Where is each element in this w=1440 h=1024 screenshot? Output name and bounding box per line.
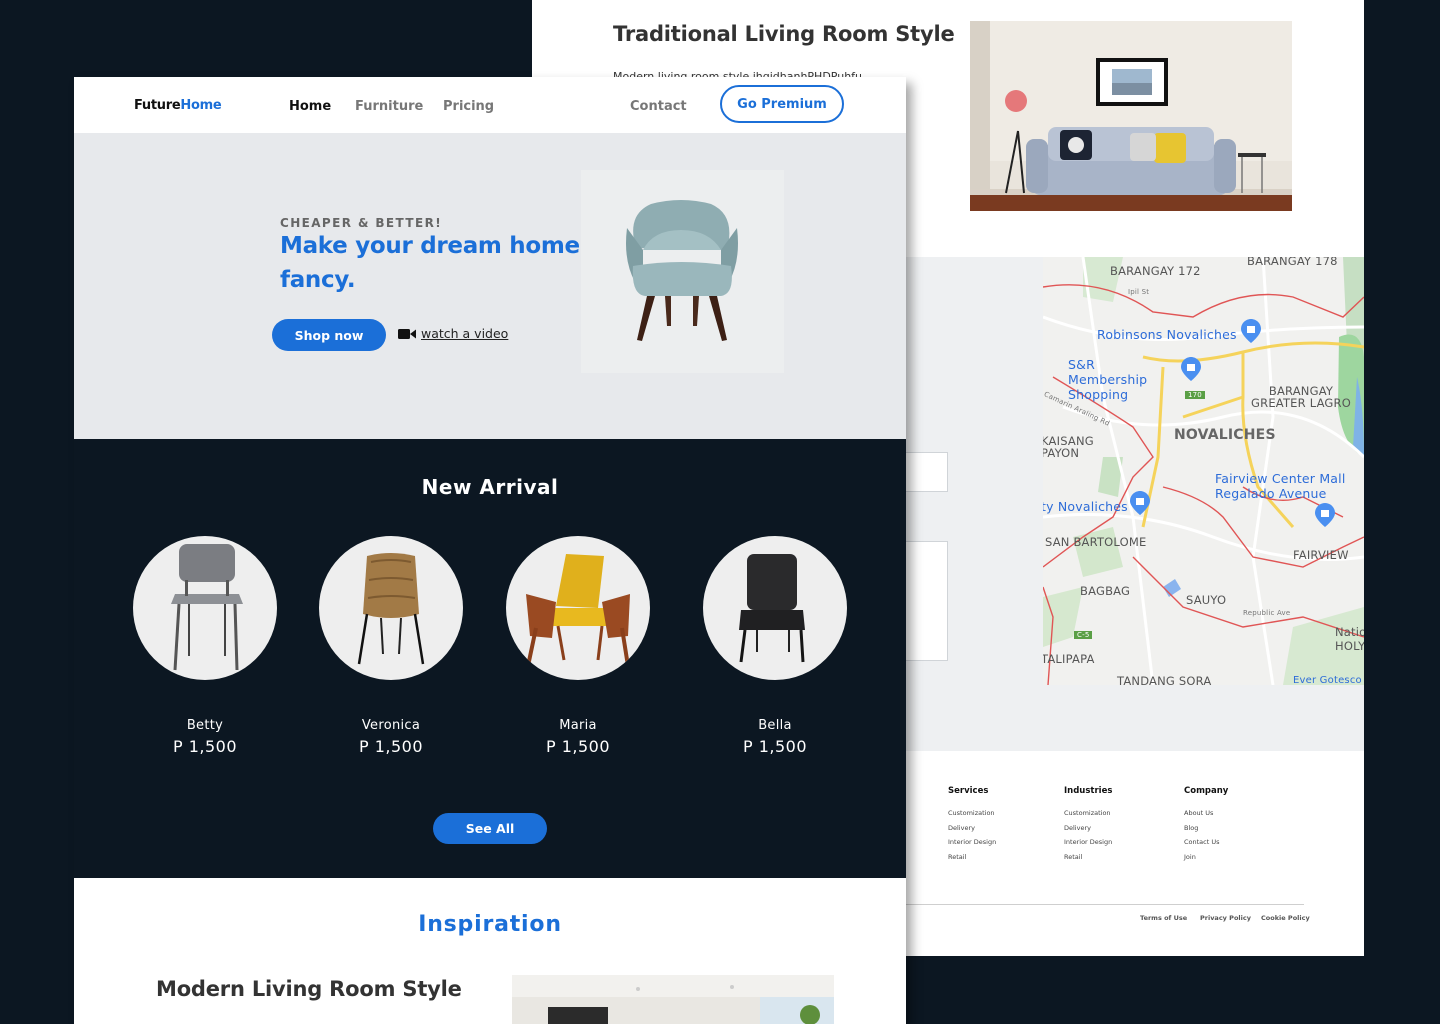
new-arrival-section: New Arrival Betty P 1,500 Veronica P 1,5… <box>74 439 906 878</box>
nav-furniture[interactable]: Furniture <box>355 99 423 114</box>
map-label: BARANGAY 178 <box>1247 257 1338 268</box>
nav-home[interactable]: Home <box>289 99 331 114</box>
map-label: SAN BARTOLOME <box>1045 535 1147 549</box>
map-label: S&R Membership Shopping <box>1068 357 1148 402</box>
map-label: BARANGAY GREATER LAGRO <box>1251 384 1351 410</box>
footer-divider <box>906 904 1304 905</box>
inspiration-section: Inspiration Modern Living Room Style <box>74 878 906 1024</box>
brand-name-part1: Future <box>134 98 181 113</box>
footer-link[interactable]: Delivery <box>948 824 996 832</box>
front-page-preview: FutureHome Home Furniture Pricing Contac… <box>74 77 906 1024</box>
new-arrival-title: New Arrival <box>421 475 559 499</box>
footer-column-industries: Industries Customization Delivery Interi… <box>1064 786 1112 867</box>
product-card[interactable]: Betty P 1,500 <box>133 536 277 756</box>
location-map[interactable]: BARANGAY 172 BARANGAY 178 Ipil St Robins… <box>1043 257 1364 685</box>
footer-heading: Company <box>1184 786 1229 796</box>
product-card[interactable]: Bella P 1,500 <box>703 536 847 756</box>
traditional-living-room-photo <box>970 21 1292 211</box>
map-label: ty Novaliches <box>1043 499 1128 514</box>
product-image <box>319 536 463 680</box>
nav-contact[interactable]: Contact <box>630 99 687 114</box>
footer-heading: Industries <box>1064 786 1113 796</box>
brand-name-part2: Home <box>180 98 222 113</box>
product-name: Maria <box>559 718 597 733</box>
watch-video-link[interactable]: watch a video <box>398 326 508 341</box>
footer-link[interactable]: Customization <box>1064 809 1112 817</box>
product-image <box>506 536 650 680</box>
inspiration-title: Inspiration <box>418 912 562 937</box>
footer-link[interactable]: Blog <box>1184 824 1228 832</box>
footer-column-services: Services Customization Delivery Interior… <box>948 786 996 867</box>
brand-logo[interactable]: FutureHome <box>134 98 222 113</box>
shopping-pin-icon[interactable] <box>1241 319 1261 343</box>
product-name: Betty <box>186 718 224 733</box>
footer-link[interactable]: Interior Design <box>1064 838 1112 846</box>
product-card[interactable]: Maria P 1,500 <box>506 536 650 756</box>
map-label: Regalado Avenue <box>1215 486 1327 501</box>
shopping-pin-icon[interactable] <box>1130 491 1150 515</box>
map-label: Ipil St <box>1128 288 1150 296</box>
product-name: Bella <box>758 718 792 733</box>
footer-link[interactable]: Contact Us <box>1184 838 1228 846</box>
footer-link[interactable]: Join <box>1184 853 1228 861</box>
nav-pricing[interactable]: Pricing <box>443 99 494 114</box>
video-camera-icon <box>398 328 416 339</box>
footer-link[interactable]: Delivery <box>1064 824 1112 832</box>
map-label: SAUYO <box>1186 593 1227 607</box>
map-label: Republic Ave <box>1243 609 1291 617</box>
navbar: FutureHome Home Furniture Pricing Contac… <box>74 77 906 133</box>
terms-link[interactable]: Terms of Use <box>1140 914 1187 922</box>
map-label: Robinsons Novaliches <box>1097 327 1237 342</box>
footer-link[interactable]: Retail <box>948 853 996 861</box>
map-label: KAISANG PAYON <box>1043 434 1094 460</box>
map-label: Natio HOLY <box>1335 625 1364 653</box>
product-image <box>703 536 847 680</box>
map-label: NOVALICHES <box>1174 427 1276 443</box>
product-price: P 1,500 <box>358 737 424 756</box>
footer-link[interactable]: About Us <box>1184 809 1228 817</box>
privacy-link[interactable]: Privacy Policy <box>1200 914 1251 922</box>
map-label: FAIRVIEW <box>1293 548 1349 562</box>
map-label: Ever Gotesco <box>1293 675 1362 685</box>
shopping-pin-icon[interactable] <box>1181 357 1201 381</box>
modern-style-heading: Modern Living Room Style <box>156 977 462 1001</box>
map-label: BARANGAY 172 <box>1110 264 1201 278</box>
footer-column-company: Company About Us Blog Contact Us Join <box>1184 786 1228 867</box>
map-label: TANDANG SORA <box>1117 674 1212 685</box>
route-shield: 170 <box>1185 391 1205 399</box>
product-price: P 1,500 <box>172 737 238 756</box>
hero-title: Make your dream home fancy. <box>280 233 580 293</box>
hero-section: CHEAPER & BETTER! Make your dream home f… <box>74 133 906 439</box>
footer-link[interactable]: Retail <box>1064 853 1112 861</box>
watch-video-label: watch a video <box>421 326 509 341</box>
go-premium-button[interactable]: Go Premium <box>720 85 844 123</box>
hero-chair-image <box>581 170 784 373</box>
traditional-style-heading: Traditional Living Room Style <box>613 22 955 46</box>
map-label: TALIPAPA <box>1043 652 1095 666</box>
footer-link[interactable]: Customization <box>948 809 996 817</box>
map-label: BAGBAG <box>1080 584 1131 598</box>
product-name: Veronica <box>361 718 421 733</box>
hero-eyebrow: CHEAPER & BETTER! <box>280 216 443 230</box>
route-shield: C-5 <box>1074 631 1093 639</box>
product-image <box>133 536 277 680</box>
see-all-button[interactable]: See All <box>433 813 547 844</box>
product-card[interactable]: Veronica P 1,500 <box>319 536 463 756</box>
shop-now-button[interactable]: Shop now <box>272 319 386 351</box>
cookie-link[interactable]: Cookie Policy <box>1261 914 1310 922</box>
footer-heading: Services <box>948 786 989 796</box>
shopping-pin-icon[interactable] <box>1315 503 1335 527</box>
footer-link[interactable]: Interior Design <box>948 838 996 846</box>
modern-living-room-photo <box>512 975 834 1024</box>
map-label: Fairview Center Mall <box>1215 471 1346 486</box>
product-price: P 1,500 <box>742 737 808 756</box>
product-price: P 1,500 <box>545 737 611 756</box>
